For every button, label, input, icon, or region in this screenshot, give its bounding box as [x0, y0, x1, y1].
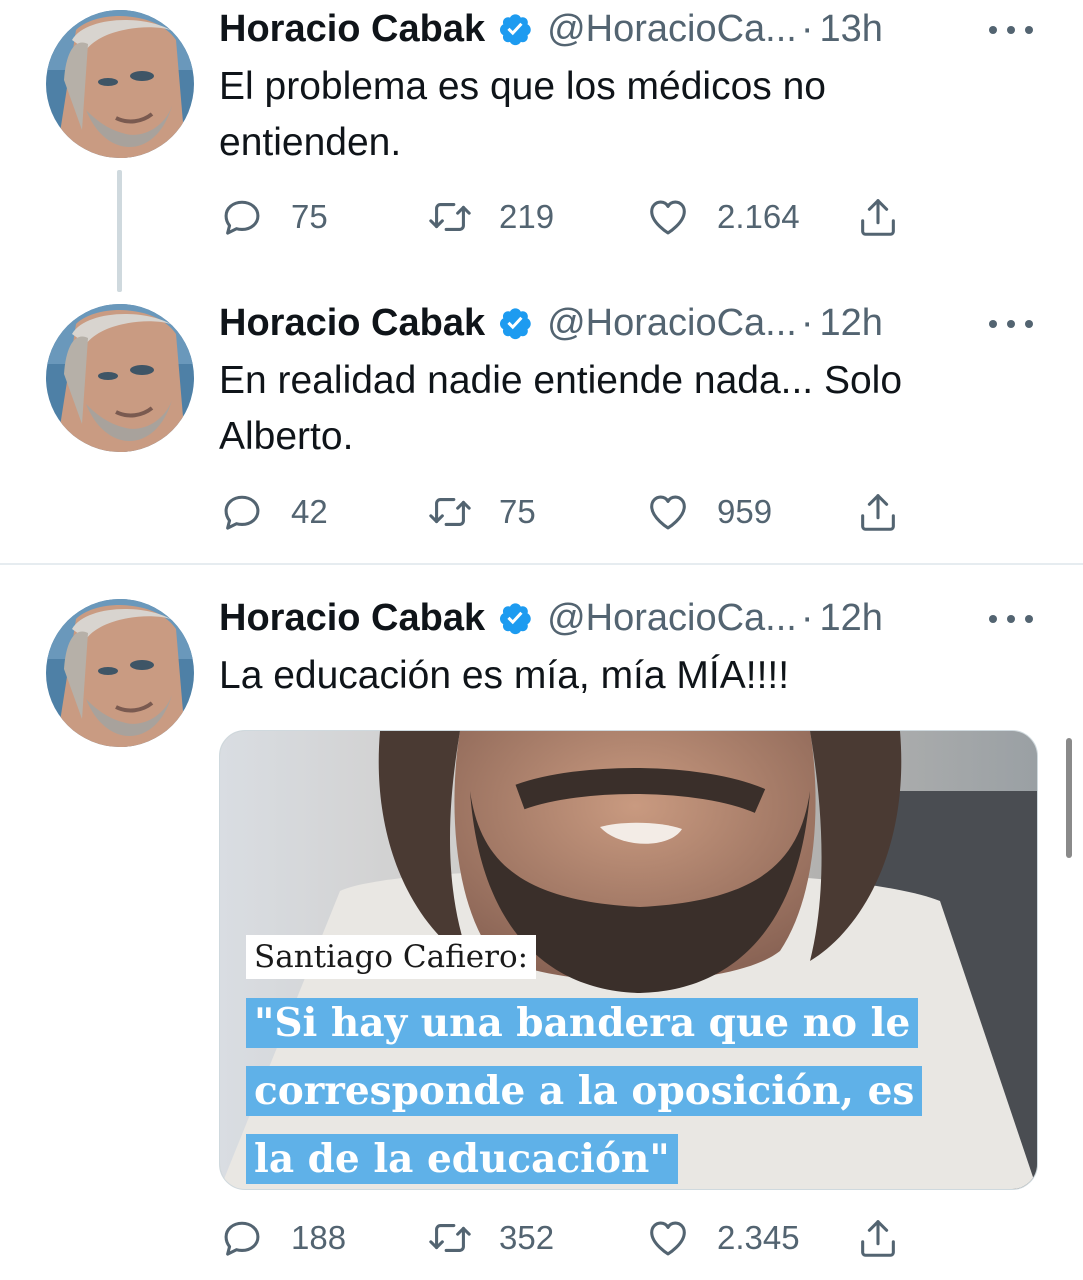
- verified-badge-icon: [497, 600, 533, 636]
- timestamp[interactable]: 12h: [820, 300, 883, 346]
- like-count: 959: [717, 493, 773, 530]
- reply-bubble-icon: [224, 1221, 260, 1256]
- verified-badge-icon: [497, 305, 533, 341]
- author-name[interactable]: Horacio Cabak: [219, 595, 485, 641]
- reply-bubble-icon: [224, 495, 260, 530]
- tweet-divider: [0, 563, 1083, 565]
- tweet-actions: 42 75 959: [219, 489, 919, 535]
- separator-dot: ·: [800, 8, 814, 50]
- verified-badge-icon: [497, 11, 533, 47]
- more-dots-icon[interactable]: [989, 314, 1033, 334]
- retweet-arrows-icon: [429, 203, 471, 231]
- tweet-header: Horacio Cabak @HoracioCa... · 12h: [219, 300, 883, 346]
- caption-quote-text: "Si hay una bandera que no le correspond…: [246, 998, 923, 1184]
- tweet-media-image[interactable]: Santiago Cafiero: "Si hay una bandera qu…: [219, 730, 1038, 1190]
- retweet-button[interactable]: 219: [427, 194, 554, 240]
- tweet-header: Horacio Cabak @HoracioCa... · 13h: [219, 6, 883, 52]
- timestamp[interactable]: 12h: [820, 595, 883, 641]
- tweet-header: Horacio Cabak @HoracioCa... · 12h: [219, 595, 883, 641]
- more-dots-icon[interactable]: [989, 20, 1033, 40]
- retweet-count: 219: [499, 198, 555, 235]
- avatar-photo: [46, 304, 194, 452]
- retweet-button[interactable]: 352: [427, 1215, 554, 1261]
- share-upload-icon: [861, 199, 895, 236]
- author-handle[interactable]: @HoracioCa...: [547, 300, 797, 346]
- separator-dot: ·: [800, 597, 814, 639]
- tweet-actions: 188 352 2.345: [219, 1215, 919, 1261]
- tweet-actions: 75 219 2.164: [219, 194, 919, 240]
- like-button[interactable]: 2.164: [645, 194, 800, 240]
- retweet-button[interactable]: 75: [427, 489, 536, 535]
- author-handle[interactable]: @HoracioCa...: [547, 595, 797, 641]
- author-handle[interactable]: @HoracioCa...: [547, 6, 797, 52]
- share-upload-icon: [861, 494, 895, 531]
- timestamp[interactable]: 13h: [820, 6, 883, 52]
- heart-icon: [650, 200, 686, 235]
- retweet-arrows-icon: [429, 1224, 471, 1252]
- tweet-feed: Horacio Cabak @HoracioCa... · 13h El pro…: [0, 0, 1083, 1280]
- thread-connector: [117, 170, 122, 292]
- tweet-text: El problema es que los médicos no entien…: [219, 65, 826, 164]
- retweet-arrows-icon: [429, 498, 471, 526]
- share-button[interactable]: [855, 1215, 901, 1261]
- share-button[interactable]: [855, 194, 901, 240]
- avatar[interactable]: [46, 599, 194, 747]
- reply-count: 188: [291, 1219, 347, 1256]
- retweet-count: 352: [499, 1219, 555, 1256]
- reply-button[interactable]: 188: [219, 1215, 346, 1261]
- tweet-text: La educación es mía, mía MÍA!!!!: [219, 654, 790, 697]
- reply-button[interactable]: 42: [219, 489, 328, 535]
- retweet-count: 75: [499, 493, 536, 530]
- tweet-text: En realidad nadie entiende nada... Solo …: [219, 359, 903, 458]
- reply-count: 75: [291, 198, 328, 235]
- heart-icon: [650, 1221, 686, 1256]
- like-button[interactable]: 2.345: [645, 1215, 800, 1261]
- share-button[interactable]: [855, 489, 901, 535]
- caption-label: Santiago Cafiero:: [246, 935, 537, 979]
- scrollbar-thumb[interactable]: [1066, 738, 1072, 858]
- avatar[interactable]: [46, 10, 194, 158]
- heart-icon: [650, 495, 686, 530]
- caption-quote: "Si hay una bandera que no le correspond…: [246, 989, 966, 1189]
- avatar-photo: [46, 10, 194, 158]
- like-count: 2.345: [717, 1219, 800, 1256]
- like-button[interactable]: 959: [645, 489, 772, 535]
- reply-button[interactable]: 75: [219, 194, 328, 240]
- reply-count: 42: [291, 493, 328, 530]
- separator-dot: ·: [800, 302, 814, 344]
- reply-bubble-icon: [224, 200, 260, 235]
- author-name[interactable]: Horacio Cabak: [219, 300, 485, 346]
- avatar[interactable]: [46, 304, 194, 452]
- like-count: 2.164: [717, 198, 800, 235]
- more-dots-icon[interactable]: [989, 609, 1033, 629]
- share-upload-icon: [861, 1220, 895, 1257]
- author-name[interactable]: Horacio Cabak: [219, 6, 485, 52]
- avatar-photo: [46, 599, 194, 747]
